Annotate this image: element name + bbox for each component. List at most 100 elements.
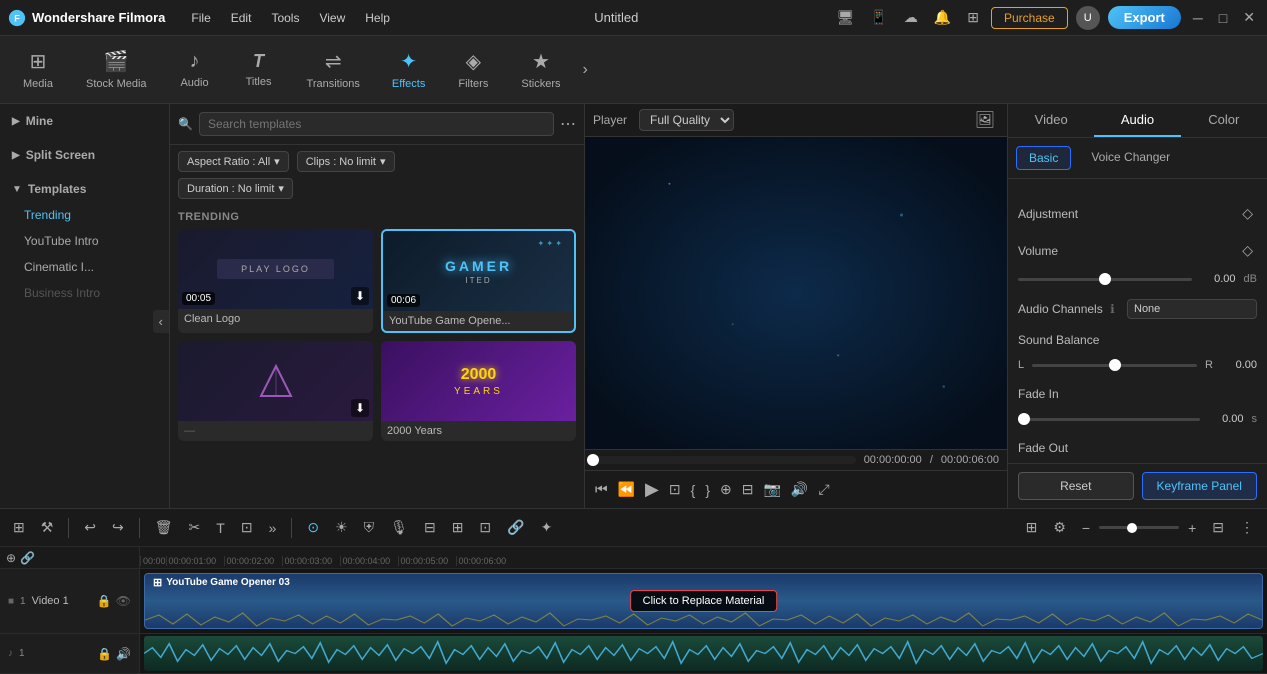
section-split-header[interactable]: ▶ Split Screen bbox=[0, 142, 169, 168]
resize-button[interactable]: ⊟ bbox=[740, 479, 756, 500]
user-avatar[interactable]: U bbox=[1076, 6, 1100, 30]
mic-button[interactable]: 🎙 bbox=[385, 516, 413, 539]
preview-scrubber[interactable] bbox=[593, 456, 856, 464]
zoom-slider[interactable] bbox=[1099, 526, 1179, 529]
sidebar-item-youtube-intro[interactable]: YouTube Intro bbox=[0, 228, 169, 254]
add-to-timeline-button[interactable]: ⊕ bbox=[718, 479, 734, 500]
preview-handle[interactable] bbox=[587, 454, 599, 466]
tool-filters[interactable]: ◈ Filters bbox=[443, 43, 503, 96]
adjustment-expand[interactable]: ◇ bbox=[1238, 203, 1257, 224]
screenshot-capture-button[interactable]: 📷 bbox=[761, 479, 782, 500]
section-mine-header[interactable]: ▶ Mine bbox=[0, 108, 169, 134]
sidebar-item-trending[interactable]: Trending bbox=[0, 202, 169, 228]
toolbar-more-arrow[interactable]: › bbox=[582, 61, 587, 79]
audio-clip[interactable] bbox=[144, 636, 1263, 671]
tl-more-button[interactable]: ⋮ bbox=[1235, 516, 1259, 539]
track-hide-button[interactable]: 👁 bbox=[116, 594, 131, 608]
link-button[interactable]: 🔗 bbox=[502, 516, 529, 539]
purchase-button[interactable]: Purchase bbox=[991, 7, 1068, 29]
minimize-button[interactable]: ─ bbox=[1189, 8, 1207, 28]
reset-button[interactable]: Reset bbox=[1018, 472, 1134, 500]
template-card-2000years[interactable]: 2000 YEARS 2000 Years bbox=[381, 341, 576, 441]
maximize-button[interactable]: □ bbox=[1215, 8, 1231, 28]
menu-edit[interactable]: Edit bbox=[221, 11, 262, 25]
shield-button[interactable]: ⛨ bbox=[359, 516, 380, 539]
menu-file[interactable]: File bbox=[181, 11, 220, 25]
magnet-button[interactable]: ⚒ bbox=[36, 516, 59, 539]
template-card-yt-game[interactable]: GAMER ITED ✦ ✦ ✦ 00:06 YouTube Game Open… bbox=[381, 229, 576, 333]
fullscreen-button[interactable]: ⤢ bbox=[816, 479, 831, 500]
download-clean-logo[interactable]: ⬇ bbox=[351, 287, 369, 305]
play-button[interactable]: ▶ bbox=[643, 477, 661, 502]
fade-in-slider[interactable] bbox=[1018, 418, 1200, 421]
step-back-button[interactable]: ⏪ bbox=[616, 479, 637, 500]
more-tools-button[interactable]: » bbox=[264, 517, 282, 539]
skip-back-button[interactable]: ⏮ bbox=[593, 479, 610, 500]
subtab-basic[interactable]: Basic bbox=[1016, 146, 1071, 170]
snap-button[interactable]: ⊞ bbox=[8, 516, 30, 539]
close-button[interactable]: ✕ bbox=[1239, 7, 1259, 28]
tl-layout-button[interactable]: ⊟ bbox=[1207, 516, 1229, 539]
tool-audio[interactable]: ♪ Audio bbox=[165, 44, 225, 95]
clips-filter[interactable]: Clips : No limit ▾ bbox=[297, 151, 395, 172]
search-input[interactable] bbox=[199, 112, 554, 136]
tab-video[interactable]: Video bbox=[1008, 104, 1094, 137]
cut-button[interactable]: ✦ bbox=[536, 516, 558, 539]
menu-view[interactable]: View bbox=[309, 11, 355, 25]
tool-effects[interactable]: ✦ Effects bbox=[378, 43, 439, 96]
collapse-panel-button[interactable]: ‹ bbox=[153, 310, 169, 333]
keyframe-panel-button[interactable]: Keyframe Panel bbox=[1142, 472, 1258, 500]
monitor-icon[interactable]: 🖥 bbox=[833, 7, 859, 28]
volume-expand[interactable]: ◇ bbox=[1238, 240, 1257, 261]
audio-mute-button[interactable]: 🔊 bbox=[116, 647, 131, 661]
redo-button[interactable]: ↪ bbox=[107, 516, 129, 539]
audio-channels-select[interactable]: None Stereo Mono bbox=[1127, 299, 1257, 319]
timeline-ruler[interactable]: 00:00 00:00:01:00 00:00:02:00 00:00:03:0… bbox=[140, 547, 1267, 569]
download-card3[interactable]: ⬇ bbox=[351, 399, 369, 417]
aspect-ratio-filter[interactable]: Aspect Ratio : All ▾ bbox=[178, 151, 289, 172]
grid-icon[interactable]: ⊞ bbox=[963, 7, 983, 28]
template-card-3[interactable]: ⬇ — bbox=[178, 341, 373, 441]
replace-material-tooltip[interactable]: Click to Replace Material bbox=[630, 590, 778, 612]
bell-icon[interactable]: 🔔 bbox=[930, 7, 955, 28]
tool-stickers[interactable]: ★ Stickers bbox=[507, 43, 574, 96]
duration-filter[interactable]: Duration : No limit ▾ bbox=[178, 178, 293, 199]
menu-help[interactable]: Help bbox=[355, 11, 400, 25]
tab-color[interactable]: Color bbox=[1181, 104, 1267, 137]
menu-tools[interactable]: Tools bbox=[261, 11, 309, 25]
delete-button[interactable]: 🗑 bbox=[150, 516, 178, 539]
add-track-button[interactable]: ⊞ bbox=[1021, 516, 1043, 539]
tool-media[interactable]: ⊞ Media bbox=[8, 43, 68, 96]
screenshot-icon[interactable]: 🖼 bbox=[971, 108, 999, 132]
subtitle-button[interactable]: ⊞ bbox=[447, 516, 469, 539]
zoom-out-button[interactable]: − bbox=[1077, 517, 1095, 539]
sidebar-item-business[interactable]: Business Intro bbox=[0, 280, 169, 306]
export-button[interactable]: Export bbox=[1108, 6, 1181, 29]
track-lock-button[interactable]: 🔒 bbox=[97, 594, 112, 608]
text-button[interactable]: T bbox=[211, 517, 230, 539]
color-wheel-button[interactable]: ⊙ bbox=[302, 516, 324, 539]
tool-transitions[interactable]: ⇌ Transitions bbox=[293, 43, 374, 96]
add-track-small-button[interactable]: ⊕ bbox=[6, 551, 16, 565]
tl-settings-button[interactable]: ⚙ bbox=[1048, 516, 1071, 539]
sound-balance-slider[interactable] bbox=[1032, 364, 1197, 367]
crop-button[interactable]: ⊡ bbox=[236, 516, 258, 539]
template-card-clean-logo[interactable]: PLAY LOGO 00:05 ⬇ Clean Logo bbox=[178, 229, 373, 333]
tool-titles[interactable]: T Titles bbox=[229, 45, 289, 94]
tool-stock-media[interactable]: 🎬 Stock Media bbox=[72, 43, 161, 96]
section-templates-header[interactable]: ▼ Templates bbox=[0, 176, 169, 202]
mark-out-button[interactable]: } bbox=[703, 480, 712, 500]
audio-lock-button[interactable]: 🔒 bbox=[97, 647, 112, 661]
cloud-icon[interactable]: ☁ bbox=[900, 7, 922, 28]
video-clip[interactable]: ⊞ YouTube Game Opener 03 Click to Replac… bbox=[144, 573, 1263, 629]
detach-button[interactable]: ⊟ bbox=[419, 516, 441, 539]
link-tracks-button[interactable]: 🔗 bbox=[20, 551, 35, 565]
subtab-voice-changer[interactable]: Voice Changer bbox=[1079, 146, 1182, 170]
mark-in-button[interactable]: { bbox=[689, 480, 698, 500]
tab-audio[interactable]: Audio bbox=[1094, 104, 1180, 137]
mosaic-button[interactable]: ⊡ bbox=[474, 516, 496, 539]
sun-button[interactable]: ☀ bbox=[330, 516, 353, 539]
volume-button[interactable]: 🔊 bbox=[789, 479, 810, 500]
more-options-button[interactable]: ⋯ bbox=[560, 114, 576, 134]
volume-slider[interactable] bbox=[1018, 278, 1192, 281]
